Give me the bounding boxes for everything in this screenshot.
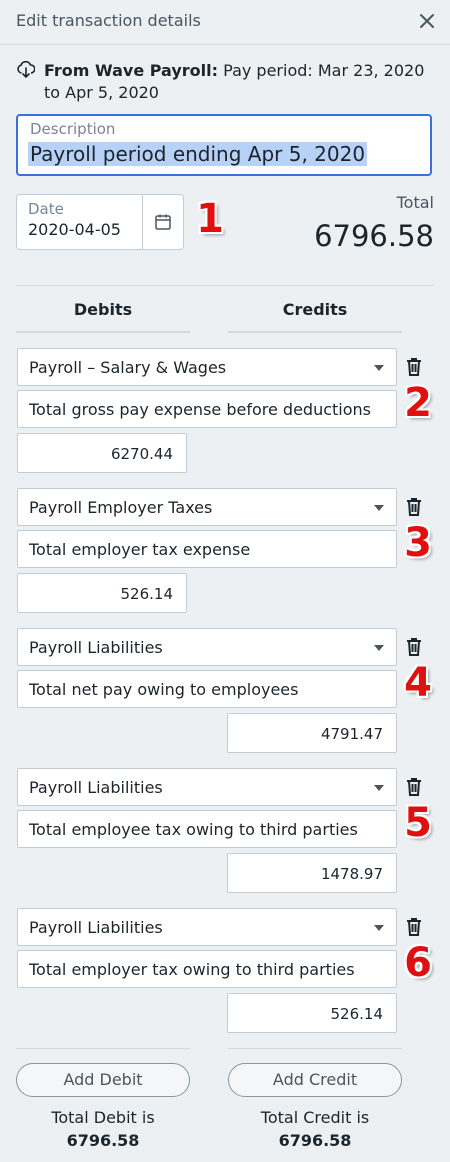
entry-amount-value: 526.14 <box>330 1005 384 1023</box>
entry-description-value: Total net pay owing to employees <box>29 680 299 699</box>
entry-5-credit-amount[interactable]: 526.14 <box>227 993 397 1033</box>
total-label: Total <box>396 193 434 212</box>
entry-amount-value: 526.14 <box>120 585 174 603</box>
entry-3-description-input[interactable]: Total net pay owing to employees <box>17 670 397 708</box>
source-info: From Wave Payroll: Pay period: Mar 23, 2… <box>44 60 444 104</box>
trash-icon[interactable] <box>405 497 423 517</box>
date-input[interactable]: 2020-04-05 <box>28 220 121 239</box>
credits-footer-line <box>228 1048 402 1049</box>
caret-down-icon <box>374 785 384 791</box>
calendar-icon[interactable] <box>153 212 173 232</box>
entry-amount-value: 4791.47 <box>320 725 383 743</box>
date-separator <box>142 195 143 249</box>
entry-2-account-select[interactable]: Payroll Employer Taxes <box>17 488 397 526</box>
entry-amount-value: 1478.97 <box>320 865 383 883</box>
description-input[interactable]: Payroll period ending Apr 5, 2020 <box>28 142 368 166</box>
entry-description-value: Total employer tax expense <box>29 540 251 559</box>
annotation-marker-6: 6 <box>404 940 432 986</box>
caret-down-icon <box>374 925 384 931</box>
annotation-marker-4: 4 <box>404 660 432 706</box>
add-credit-button[interactable]: Add Credit <box>228 1063 402 1097</box>
trash-icon[interactable] <box>405 777 423 797</box>
entry-2-debit-amount[interactable]: 526.14 <box>17 573 187 613</box>
entry-account-value: Payroll Liabilities <box>29 918 163 937</box>
entry-1-description-input[interactable]: Total gross pay expense before deduction… <box>17 390 397 428</box>
panel-title: Edit transaction details <box>16 11 201 30</box>
entry-description-value: Total employee tax owing to third partie… <box>29 820 358 839</box>
entry-3-account-select[interactable]: Payroll Liabilities <box>17 628 397 666</box>
date-field[interactable]: Date 2020-04-05 <box>16 194 184 250</box>
total-debit-value: 6796.58 <box>66 1131 140 1150</box>
close-button[interactable] <box>414 8 440 34</box>
total-value: 6796.58 <box>314 219 434 253</box>
date-label: Date <box>28 200 64 218</box>
annotation-marker-2: 2 <box>404 380 432 426</box>
caret-down-icon <box>374 365 384 371</box>
entry-4-account-select[interactable]: Payroll Liabilities <box>17 768 397 806</box>
total-credit-value: 6796.58 <box>278 1131 352 1150</box>
import-icon <box>17 61 35 79</box>
debits-header: Debits <box>73 300 133 319</box>
add-debit-button[interactable]: Add Debit <box>16 1063 190 1097</box>
trash-icon[interactable] <box>405 917 423 937</box>
entry-amount-value: 6270.44 <box>110 445 173 463</box>
section-divider <box>16 285 434 286</box>
description-field[interactable]: Description Payroll period ending Apr 5,… <box>16 114 432 176</box>
credits-header: Credits <box>282 300 348 319</box>
entry-2-description-input[interactable]: Total employer tax expense <box>17 530 397 568</box>
entry-4-credit-amount[interactable]: 1478.97 <box>227 853 397 893</box>
annotation-marker-1: 1 <box>196 196 224 242</box>
entry-account-value: Payroll Liabilities <box>29 638 163 657</box>
debits-footer-line <box>16 1048 190 1049</box>
source-label: From Wave Payroll: <box>44 61 219 80</box>
entry-account-value: Payroll Liabilities <box>29 778 163 797</box>
entry-5-description-input[interactable]: Total employer tax owing to third partie… <box>17 950 397 988</box>
entry-description-value: Total employer tax owing to third partie… <box>29 960 355 979</box>
credits-underline <box>228 331 402 333</box>
debits-underline <box>16 331 190 333</box>
caret-down-icon <box>374 645 384 651</box>
entry-1-account-select[interactable]: Payroll – Salary & Wages <box>17 348 397 386</box>
entry-1-debit-amount[interactable]: 6270.44 <box>17 433 187 473</box>
entry-3-credit-amount[interactable]: 4791.47 <box>227 713 397 753</box>
entry-4-description-input[interactable]: Total employee tax owing to third partie… <box>17 810 397 848</box>
total-credit-label: Total Credit is <box>260 1108 370 1127</box>
annotation-marker-5: 5 <box>404 800 432 846</box>
trash-icon[interactable] <box>405 357 423 377</box>
description-label: Description <box>30 120 116 138</box>
header-divider <box>0 44 450 45</box>
entry-account-value: Payroll – Salary & Wages <box>29 358 227 377</box>
total-debit-label: Total Debit is <box>51 1108 155 1127</box>
caret-down-icon <box>374 505 384 511</box>
entry-description-value: Total gross pay expense before deduction… <box>29 400 371 419</box>
trash-icon[interactable] <box>405 637 423 657</box>
entry-5-account-select[interactable]: Payroll Liabilities <box>17 908 397 946</box>
close-icon <box>420 14 434 28</box>
annotation-marker-3: 3 <box>404 520 432 566</box>
entry-account-value: Payroll Employer Taxes <box>29 498 213 517</box>
